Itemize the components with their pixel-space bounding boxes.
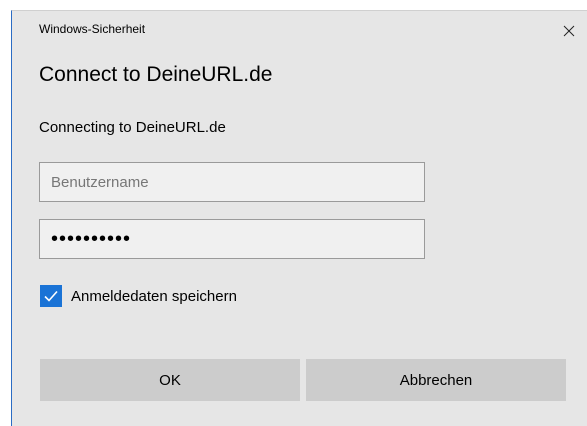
close-icon (563, 25, 575, 37)
username-input[interactable] (39, 162, 425, 202)
connecting-message: Connecting to DeineURL.de (39, 119, 226, 136)
cancel-button[interactable]: Abbrechen (306, 359, 566, 401)
remember-label: Anmeldedaten speichern (71, 287, 237, 305)
credentials-dialog: Windows-Sicherheit Connect to DeineURL.d… (11, 10, 587, 426)
checkmark-icon (44, 290, 58, 302)
remember-credentials-checkbox[interactable]: Anmeldedaten speichern (40, 283, 237, 309)
close-button[interactable] (557, 19, 581, 43)
password-input[interactable] (39, 219, 425, 259)
dialog-heading: Connect to DeineURL.de (39, 63, 273, 86)
ok-button[interactable]: OK (40, 359, 300, 401)
checkbox-box[interactable] (40, 285, 62, 307)
title-bar: Windows-Sicherheit (12, 11, 587, 51)
window-title: Windows-Sicherheit (39, 22, 146, 36)
